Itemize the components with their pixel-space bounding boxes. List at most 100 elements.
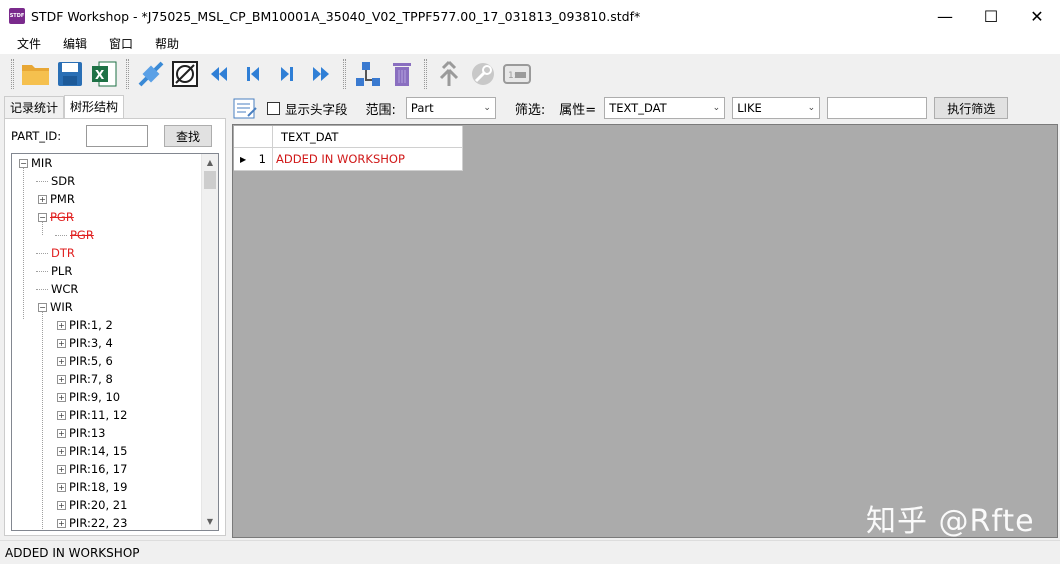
tree-node[interactable]: + PIR:7, 8 (57, 370, 113, 388)
last-button[interactable] (304, 57, 338, 91)
close-button[interactable]: ✕ (1014, 0, 1060, 32)
show-header-checkbox[interactable] (267, 101, 280, 115)
previous-button[interactable] (236, 57, 270, 91)
tree-node[interactable]: − WIR (38, 298, 73, 316)
next-button[interactable] (270, 57, 304, 91)
tree-node[interactable]: + PIR:13 (57, 424, 105, 442)
part-id-label: PART_ID: (11, 129, 62, 143)
delete-button[interactable] (385, 57, 419, 91)
tree-node-label: PLR (51, 264, 73, 278)
tree-node[interactable]: + PIR:5, 6 (57, 352, 113, 370)
collapse-icon[interactable]: − (38, 212, 47, 222)
excel-export-button[interactable]: X (87, 57, 121, 91)
menu-edit[interactable]: 编辑 (52, 35, 98, 52)
tree-node[interactable]: + PIR:11, 12 (57, 406, 127, 424)
expand-icon[interactable]: + (57, 428, 66, 438)
scroll-up-icon[interactable]: ▲ (202, 154, 218, 171)
filter-label: 筛选: (514, 102, 546, 118)
app-icon: STDF (9, 8, 25, 24)
part-id-input[interactable] (86, 125, 148, 147)
tree-node-label: PIR:11, 12 (69, 408, 128, 422)
right-panel: 显示头字段 范围: Part ⌄ 筛选: 属性= TEXT_DAT ⌄ LIKE ⌄ … (229, 94, 1060, 540)
tree-node[interactable]: + PIR:22, 23 (57, 514, 128, 530)
connect-button[interactable] (134, 57, 168, 91)
toolbar-grip[interactable] (126, 59, 129, 89)
tree-node-label: WCR (51, 282, 79, 296)
expand-icon[interactable]: + (57, 320, 66, 330)
first-button[interactable] (202, 57, 236, 91)
tree-connector (36, 252, 48, 254)
tree-node[interactable]: + PIR:16, 17 (57, 460, 127, 478)
chevron-down-icon: ⌄ (483, 103, 491, 113)
toolbar-grip[interactable] (424, 59, 427, 89)
scroll-down-icon[interactable]: ▼ (202, 513, 218, 530)
search-button[interactable]: 查找 (164, 125, 212, 147)
toolbar-grip[interactable] (11, 59, 14, 89)
grid-corner[interactable] (234, 126, 273, 148)
tree-node-label: PGR (70, 228, 94, 242)
tree-node[interactable]: + PIR:9, 10 (57, 388, 120, 406)
maximize-button[interactable]: ☐ (968, 0, 1014, 32)
tree-node[interactable]: PGR (55, 226, 94, 244)
open-folder-button[interactable] (19, 57, 53, 91)
tab-tree-structure[interactable]: 树形结构 (64, 95, 125, 119)
row-header[interactable]: ▶ 1 (234, 148, 273, 171)
minimize-button[interactable]: — (922, 0, 968, 32)
tree-node[interactable]: + PIR:20, 21 (57, 496, 127, 514)
tab-record-stats[interactable]: 记录统计 (4, 96, 65, 118)
expand-icon[interactable]: + (57, 518, 66, 528)
expand-icon[interactable]: + (57, 482, 66, 492)
filter-bar: 显示头字段 范围: Part ⌄ 筛选: 属性= TEXT_DAT ⌄ LIKE ⌄ … (229, 94, 1060, 122)
tree-node-label: PIR:22, 23 (69, 516, 128, 530)
tree-node[interactable]: + PIR:14, 15 (57, 442, 127, 460)
range-select[interactable]: Part ⌄ (405, 97, 496, 119)
tree-structure-button[interactable] (351, 57, 385, 91)
tree-node[interactable]: SDR (36, 172, 75, 190)
tree-node[interactable]: − MIR (19, 154, 52, 172)
menu-window[interactable]: 窗口 (98, 35, 144, 52)
menu-file[interactable]: 文件 (6, 35, 52, 52)
expand-icon[interactable]: + (57, 338, 66, 348)
tree-scrollbar[interactable]: ▲ ▼ (201, 154, 218, 530)
disconnect-button[interactable] (168, 57, 202, 91)
tree-node[interactable]: DTR (36, 244, 75, 262)
record-tree[interactable]: ▲ ▼ − MIR SDR + PMR − PGR PGR DTR PLR WCR − WIR + PIR:… (11, 153, 219, 531)
tree-node[interactable]: WCR (36, 280, 79, 298)
settings-button[interactable] (466, 57, 500, 91)
tree-node-label: PIR:16, 17 (69, 462, 128, 476)
delete-icon (393, 63, 411, 86)
expand-icon[interactable]: + (57, 410, 66, 420)
watermark: 知乎 @Rfte (866, 504, 1035, 539)
expand-icon[interactable]: + (57, 356, 66, 366)
tree-node[interactable]: + PIR:18, 19 (57, 478, 127, 496)
filter-value-input[interactable] (827, 97, 928, 119)
operator-select[interactable]: LIKE ⌄ (732, 97, 821, 119)
scroll-thumb[interactable] (204, 171, 216, 189)
expand-icon[interactable]: + (57, 500, 66, 510)
collapse-icon[interactable]: − (19, 158, 28, 168)
console-button[interactable]: 1: (500, 57, 534, 91)
merge-button[interactable] (432, 57, 466, 91)
tree-node[interactable]: PLR (36, 262, 73, 280)
toolbar: X 1: (0, 54, 1060, 94)
expand-icon[interactable]: + (57, 392, 66, 402)
expand-icon[interactable]: + (57, 374, 66, 384)
tree-node[interactable]: + PIR:1, 2 (57, 316, 113, 334)
execute-filter-button[interactable]: 执行筛选 (934, 97, 1009, 119)
collapse-icon[interactable]: − (38, 302, 47, 312)
data-grid[interactable]: TEXT_DAT ▶ 1 ADDED IN WORKSHOP (232, 124, 1058, 538)
expand-icon[interactable]: + (57, 446, 66, 456)
expand-icon[interactable]: + (38, 194, 47, 204)
toolbar-grip[interactable] (343, 59, 346, 89)
save-button[interactable] (53, 57, 87, 91)
column-header-text-dat[interactable]: TEXT_DAT (273, 126, 463, 148)
notes-icon[interactable] (232, 96, 258, 120)
tree-node-label: PIR:5, 6 (69, 354, 113, 368)
attribute-select[interactable]: TEXT_DAT ⌄ (604, 97, 726, 119)
tree-node[interactable]: + PIR:3, 4 (57, 334, 113, 352)
tree-node[interactable]: − PGR (38, 208, 74, 226)
expand-icon[interactable]: + (57, 464, 66, 474)
grid-cell[interactable]: ADDED IN WORKSHOP (273, 148, 463, 171)
tree-node[interactable]: + PMR (38, 190, 75, 208)
menu-help[interactable]: 帮助 (144, 35, 190, 52)
